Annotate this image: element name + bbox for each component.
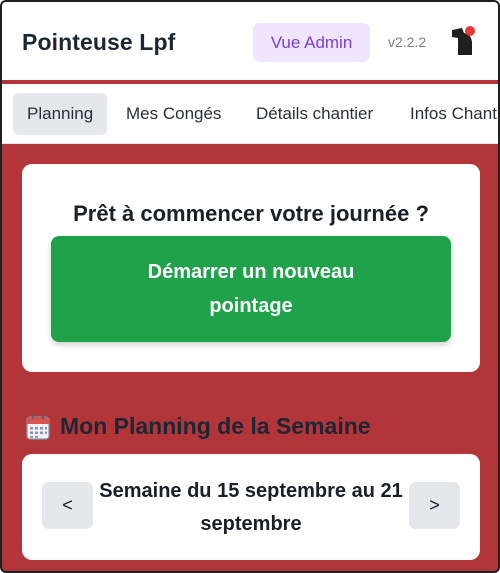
tab-infos-chantier[interactable]: Infos Chant [396,93,498,135]
tab-details-chantier[interactable]: Détails chantier [242,93,387,135]
tab-mes-conges[interactable]: Mes Congés [112,93,235,135]
tab-bar: Planning Mes Congés Détails chantier Inf… [2,84,498,144]
next-week-button[interactable]: > [409,482,460,529]
app-header: Pointeuse Lpf Vue Admin v2.2.2 [2,2,498,82]
start-day-card: Prêt à commencer votre journée ? Démarre… [22,164,480,372]
version-label: v2.2.2 [388,34,427,50]
weekly-planning-heading: Mon Planning de la Semaine [26,413,371,440]
notification-dot [465,26,475,36]
tab-planning[interactable]: Planning [13,93,108,135]
start-pointage-button[interactable]: Démarrer un nouveau pointage [51,236,451,342]
start-day-title: Prêt à commencer votre journée ? [73,201,429,226]
weekly-planning-title: Mon Planning de la Semaine [60,413,371,439]
app-title: Pointeuse Lpf [22,29,176,55]
calendar-icon [26,414,50,440]
admin-view-button[interactable]: Vue Admin [253,23,370,62]
previous-week-button[interactable]: < [42,482,93,529]
week-range-label: Semaine du 15 septembre au 21 septembre [99,480,403,535]
bell-icon[interactable] [449,24,479,58]
week-selector-card: < Semaine du 15 septembre au 21 septembr… [22,454,480,560]
app-window: Pointeuse Lpf Vue Admin v2.2.2 Planning … [0,0,500,573]
